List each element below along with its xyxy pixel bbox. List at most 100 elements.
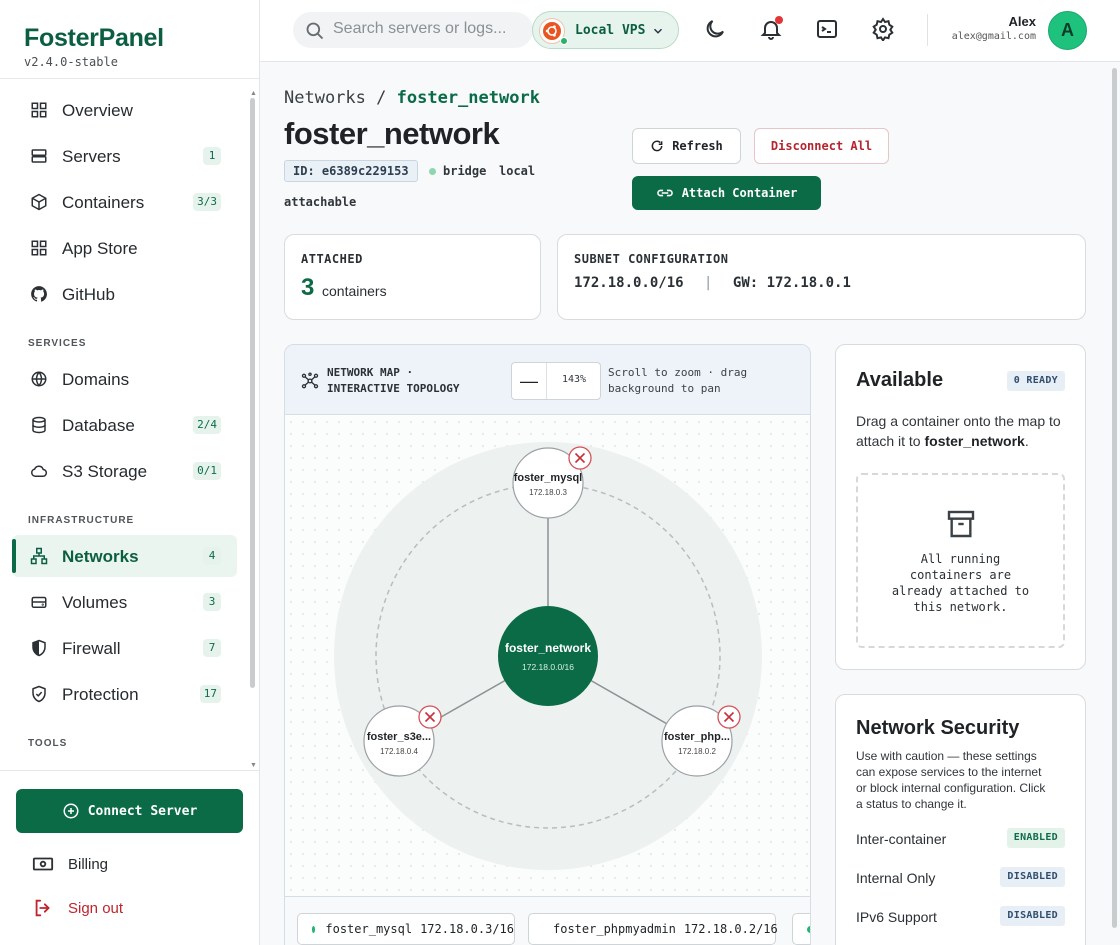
zoom-out-button[interactable]: — (512, 363, 547, 399)
sidebar-item-label: Protection (62, 685, 139, 704)
map-hint-line1: Scroll to zoom · drag (608, 366, 748, 379)
gateway-value: GW: 172.18.0.1 (732, 275, 851, 291)
network-security-card: Network Security Use with caution — thes… (835, 694, 1086, 945)
sidebar-item-badge: 2/4 (193, 416, 221, 434)
attached-chips-row: foster_mysql 172.18.0.3/16 foster_phpmya… (285, 896, 810, 945)
security-desc-line1: Use with caution — these settings (856, 749, 1037, 763)
refresh-button[interactable]: Refresh (632, 128, 741, 164)
subnet-stat-card: SUBNET CONFIGURATION 172.18.0.0/16 | GW:… (557, 234, 1086, 320)
network-map-canvas[interactable]: foster_network 172.18.0.0/16 foster_mysq… (285, 416, 810, 896)
search-box[interactable] (293, 12, 533, 48)
search-input[interactable] (333, 20, 523, 38)
grid-icon (30, 101, 48, 119)
network-map-title-line2: INTERACTIVE TOPOLOGY (327, 382, 460, 395)
globe-icon (30, 370, 48, 388)
inter-container-toggle[interactable]: ENABLED (1006, 828, 1065, 848)
sidebar-item-domains[interactable]: Domains (12, 358, 237, 400)
map-hint: Scroll to zoom · drag background to pan (608, 365, 747, 397)
scroll-up-arrow-icon[interactable]: ▲ (250, 90, 257, 97)
security-desc-line4: a status to change it. (856, 797, 967, 811)
breadcrumb: Networks / foster_network (284, 88, 540, 108)
main-scrollbar[interactable] (1112, 68, 1117, 928)
node-name: foster_s3e... (367, 731, 431, 743)
sidebar-item-badge: 3/3 (193, 193, 221, 211)
network-map-header: NETWORK MAP · INTERACTIVE TOPOLOGY — 143… (285, 345, 810, 415)
remove-phpmyadmin-button[interactable] (717, 705, 741, 729)
internal-only-toggle[interactable]: DISABLED (1000, 867, 1065, 887)
moon-icon[interactable] (703, 17, 727, 41)
sidebar-item-app-store[interactable]: App Store (12, 227, 237, 269)
connect-server-label: Connect Server (87, 803, 198, 819)
network-map-card: NETWORK MAP · INTERACTIVE TOPOLOGY — 143… (284, 344, 811, 945)
security-desc-line2: can expose services to the internet (856, 765, 1042, 779)
security-row-label: IPv6 Support (856, 909, 937, 925)
network-id-chip: ID: e6389c229153 (284, 160, 418, 182)
billing-link[interactable]: Billing (32, 853, 108, 875)
sidebar-item-firewall[interactable]: Firewall 7 (12, 627, 237, 669)
sidebar-item-database[interactable]: Database 2/4 (12, 404, 237, 446)
avatar[interactable]: A (1048, 11, 1087, 50)
container-chip-partial[interactable] (792, 913, 810, 945)
apps-icon (30, 239, 48, 257)
sidebar-item-label: Database (62, 416, 135, 435)
sidebar-item-label: S3 Storage (62, 462, 148, 481)
sign-out-label: Sign out (68, 899, 124, 917)
cube-icon (30, 193, 48, 211)
subnet-line: 172.18.0.0/16 | GW: 172.18.0.1 (574, 275, 851, 291)
container-chip-mysql[interactable]: foster_mysql 172.18.0.3/16 (297, 913, 515, 945)
billing-label: Billing (68, 855, 109, 873)
shield-half-icon (30, 639, 48, 657)
refresh-icon (651, 140, 663, 152)
page-title: foster_network (284, 116, 500, 151)
node-ip: 172.18.0.3 (529, 488, 567, 497)
security-description: Use with caution — these settings can ex… (856, 748, 1076, 812)
section-heading-tools: TOOLS (28, 738, 68, 749)
user-email: alex@gmail.com (951, 31, 1036, 42)
top-bar: Local VPS Alex alex@gmail.com A (260, 0, 1120, 62)
attach-container-button[interactable]: Attach Container (632, 176, 821, 210)
breadcrumb-root[interactable]: Networks (284, 88, 366, 108)
scroll-down-arrow-icon[interactable]: ▼ (250, 762, 257, 769)
sidebar-item-containers[interactable]: Containers 3/3 (12, 181, 237, 223)
attachable-tag: attachable (284, 195, 357, 209)
sidebar-item-badge: 7 (203, 639, 221, 657)
connect-server-button[interactable]: Connect Server (16, 789, 243, 833)
sidebar-scrollbar[interactable] (250, 98, 255, 688)
center-node[interactable] (498, 606, 598, 706)
sidebar-item-protection[interactable]: Protection 17 (12, 673, 237, 715)
sidebar-item-github[interactable]: GitHub (12, 273, 237, 315)
ipv6-support-toggle[interactable]: DISABLED (1000, 906, 1065, 926)
remove-s3-button[interactable] (418, 705, 442, 729)
sidebar-item-networks[interactable]: Networks 4 (12, 535, 237, 577)
network-icon (30, 547, 48, 565)
brand-version: v2.4.0-stable (24, 55, 118, 69)
link-icon (656, 189, 673, 197)
node-ip: 172.18.0.4 (380, 747, 418, 756)
sidebar-item-overview[interactable]: Overview (12, 89, 237, 131)
search-icon (306, 22, 324, 40)
sidebar-item-s3-storage[interactable]: S3 Storage 0/1 (12, 450, 237, 492)
sign-out-link[interactable]: Sign out (32, 897, 123, 919)
sidebar-item-volumes[interactable]: Volumes 3 (12, 581, 237, 623)
server-name: Local VPS (575, 23, 646, 38)
drop-zone[interactable]: All running containers are already attac… (856, 473, 1065, 648)
network-map-title: NETWORK MAP · INTERACTIVE TOPOLOGY (327, 365, 459, 397)
server-icon (30, 147, 48, 165)
network-map-title-line1: NETWORK MAP · (327, 366, 414, 379)
available-desc-end: . (1024, 433, 1029, 449)
chevron-down-icon (653, 28, 663, 34)
container-chip-phpmyadmin[interactable]: foster_phpmyadmin 172.18.0.2/16 (528, 913, 778, 945)
security-row-label: Internal Only (856, 870, 936, 886)
terminal-icon[interactable] (815, 17, 839, 41)
hard-drive-icon (30, 593, 48, 611)
remove-mysql-button[interactable] (568, 446, 592, 470)
sidebar-item-label: Volumes (62, 593, 128, 612)
server-selector[interactable]: Local VPS (532, 11, 679, 49)
gear-icon[interactable] (871, 17, 895, 43)
sidebar-item-label: Overview (62, 101, 133, 120)
sidebar-item-servers[interactable]: Servers 1 (12, 135, 237, 177)
sidebar-item-badge: 1 (203, 147, 221, 165)
disconnect-all-label: Disconnect All (770, 139, 873, 153)
disconnect-all-button[interactable]: Disconnect All (754, 128, 889, 164)
attached-unit: containers (322, 283, 387, 299)
